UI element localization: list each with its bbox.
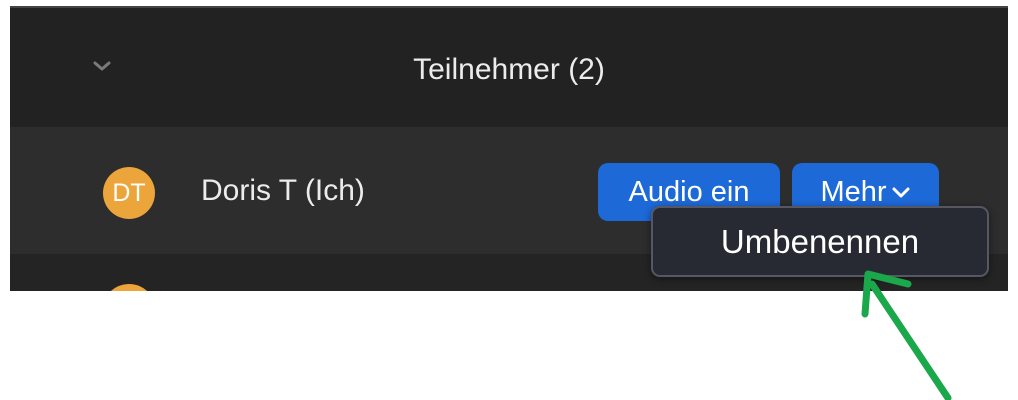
panel-header: Teilnehmer (2) xyxy=(10,8,1008,127)
participant-name: Doris T (Ich) xyxy=(201,174,365,207)
chevron-down-icon xyxy=(892,187,910,198)
panel-title: Teilnehmer (2) xyxy=(413,53,605,86)
arrow-icon xyxy=(861,270,952,400)
avatar: DT xyxy=(103,167,155,219)
more-button-label: Mehr xyxy=(820,176,887,208)
screenshot: Teilnehmer (2) DT Doris T (Ich) Audio ei… xyxy=(0,0,1018,400)
avatar xyxy=(102,284,156,291)
